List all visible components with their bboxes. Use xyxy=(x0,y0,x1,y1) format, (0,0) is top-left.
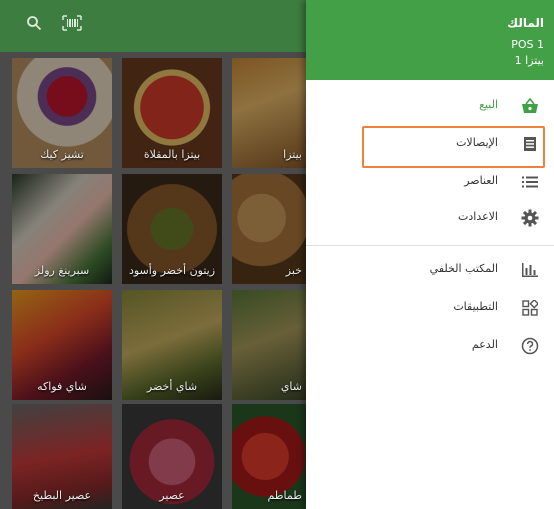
store-name: بيتزا 1 xyxy=(514,54,544,67)
product-tile[interactable]: شاي xyxy=(232,290,306,400)
menu-item-apps[interactable]: التطبيقات xyxy=(306,290,554,326)
product-tile[interactable]: عصير xyxy=(122,404,222,509)
menu-item-support[interactable]: الدعم xyxy=(306,328,554,364)
product-name: شاي فواكه xyxy=(37,380,87,393)
product-name: سبرينغ رولز xyxy=(34,264,90,277)
drawer-header: المالك POS 1 بيتزا 1 xyxy=(306,0,554,80)
pos-name: POS 1 xyxy=(511,38,544,51)
product-tile[interactable]: تشيز كيك xyxy=(12,58,112,168)
product-name: بيتزا بالمقلاة xyxy=(143,148,201,161)
product-tile[interactable]: شاي أخضر xyxy=(122,290,222,400)
search-icon[interactable] xyxy=(22,14,46,38)
gear-icon xyxy=(520,208,540,228)
product-name: زيتون أخضر وأسود xyxy=(128,264,216,277)
pos-toolbar xyxy=(0,0,306,52)
basket-icon xyxy=(520,96,540,116)
menu-item-label: البيع xyxy=(479,98,498,111)
product-tile[interactable]: شاي فواكه xyxy=(12,290,112,400)
product-name: خبز xyxy=(285,264,302,277)
bar-chart-icon xyxy=(520,260,540,280)
owner-name: المالك xyxy=(507,16,544,30)
product-name: عصير xyxy=(159,489,185,502)
menu-item-sales[interactable]: البيع xyxy=(306,88,554,124)
product-tile[interactable]: بيتزا xyxy=(232,58,306,168)
receipt-icon xyxy=(520,134,540,154)
menu-item-label: الإيصالات xyxy=(456,136,498,149)
menu-item-label: الدعم xyxy=(471,338,498,351)
apps-icon xyxy=(520,298,540,318)
menu-item-items[interactable]: العناصر xyxy=(306,164,554,200)
menu-item-receipts[interactable]: الإيصالات xyxy=(306,126,554,162)
product-name: شاي أخضر xyxy=(146,380,198,393)
navigation-drawer: المالك POS 1 بيتزا 1 البيع الإيصالات الع… xyxy=(306,0,554,509)
product-name: طماطم xyxy=(267,489,302,502)
menu-item-label: المكتب الخلفي xyxy=(429,262,498,275)
menu-item-label: العناصر xyxy=(464,174,498,187)
barcode-icon[interactable] xyxy=(60,14,84,38)
product-tile[interactable]: سبرينغ رولز xyxy=(12,174,112,284)
menu-item-label: التطبيقات xyxy=(453,300,498,313)
product-tile[interactable]: طماطم xyxy=(232,404,306,509)
menu-divider xyxy=(306,245,554,246)
product-tile[interactable]: عصير البطيخ xyxy=(12,404,112,509)
menu-item-label: الاعدادت xyxy=(458,210,498,223)
product-name: بيتزا xyxy=(283,148,302,161)
list-icon xyxy=(520,172,540,192)
product-tile[interactable]: زيتون أخضر وأسود xyxy=(122,174,222,284)
product-tile[interactable]: خبز xyxy=(232,174,306,284)
product-name: تشيز كيك xyxy=(40,148,84,161)
product-tile[interactable]: بيتزا بالمقلاة xyxy=(122,58,222,168)
product-name: شاي xyxy=(280,380,302,393)
menu-item-settings[interactable]: الاعدادت xyxy=(306,200,554,236)
product-name: عصير البطيخ xyxy=(32,489,92,502)
menu-item-back-office[interactable]: المكتب الخلفي xyxy=(306,252,554,288)
product-grid: تشيز كيك بيتزا بالمقلاة بيتزا سبرينغ رول… xyxy=(0,52,306,509)
help-icon xyxy=(520,336,540,356)
app: تشيز كيك بيتزا بالمقلاة بيتزا سبرينغ رول… xyxy=(0,0,554,509)
